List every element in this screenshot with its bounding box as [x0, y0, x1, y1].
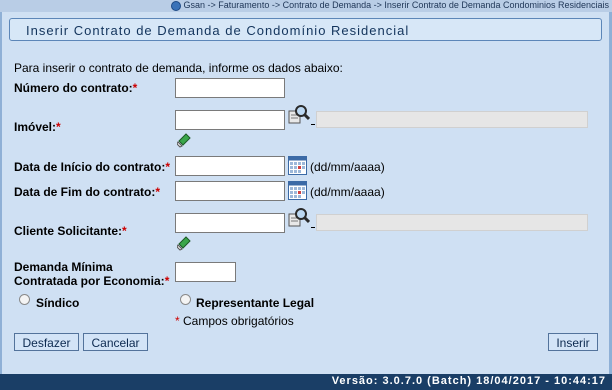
data-inicio-format-hint: (dd/mm/aaaa): [310, 160, 385, 174]
representante-radio-label: Representante Legal: [196, 296, 315, 310]
left-border: [0, 12, 2, 374]
imovel-description-field: [316, 111, 588, 128]
demanda-input[interactable]: [175, 262, 236, 282]
demanda-label: Demanda Mínima Contratada por Economia:*: [14, 260, 169, 288]
required-mark: *: [56, 120, 61, 134]
imovel-label-text: Imóvel:: [14, 120, 57, 134]
data-fim-format-hint: (dd/mm/aaaa): [310, 185, 385, 199]
page-title: Inserir Contrato de Demanda de Condomíni…: [26, 23, 410, 38]
data-inicio-label-text: Data de Início do contrato:: [14, 160, 166, 174]
sindico-radio[interactable]: [19, 294, 30, 305]
required-mark: *: [132, 81, 138, 95]
required-mark: *: [122, 224, 127, 238]
inserir-button[interactable]: Inserir: [548, 333, 598, 351]
desfazer-button[interactable]: Desfazer: [14, 333, 79, 351]
breadcrumb-text: Gsan -> Faturamento -> Contrato de Deman…: [183, 0, 609, 10]
imovel-link-underline: [311, 124, 315, 125]
required-mark: *: [164, 274, 170, 288]
representante-radio[interactable]: [180, 294, 191, 305]
cliente-label-text: Cliente Solicitante:: [14, 224, 123, 238]
breadcrumb: Gsan -> Faturamento -> Contrato de Deman…: [170, 0, 609, 11]
numero-contrato-label-text: Número do contrato:: [14, 81, 133, 95]
imovel-input[interactable]: [175, 110, 285, 130]
imovel-search-icon[interactable]: [288, 104, 310, 126]
data-inicio-calendar-icon[interactable]: [288, 156, 307, 175]
data-fim-input[interactable]: [175, 181, 285, 201]
cliente-label: Cliente Solicitante:*: [14, 224, 127, 238]
cliente-link-underline: [311, 227, 315, 228]
cancelar-button[interactable]: Cancelar: [83, 333, 148, 351]
required-mark: *: [175, 314, 180, 328]
version-text: Versão: 3.0.7.0 (Batch) 18/04/2017 - 10:…: [331, 375, 606, 387]
data-fim-calendar-icon[interactable]: [288, 181, 307, 200]
cliente-search-icon[interactable]: [288, 207, 310, 229]
required-note: * Campos obrigatórios: [175, 314, 294, 328]
demanda-label-line1: Demanda Mínima: [14, 260, 113, 274]
home-icon[interactable]: [170, 0, 181, 11]
top-bar: Gsan -> Faturamento -> Contrato de Deman…: [0, 0, 612, 12]
required-mark: *: [165, 160, 171, 174]
cliente-input[interactable]: [175, 213, 285, 233]
data-inicio-input[interactable]: [175, 156, 285, 176]
imovel-label: Imóvel:*: [14, 120, 61, 134]
data-fim-label-text: Data de Fim do contrato:: [14, 185, 156, 199]
intro-text: Para inserir o contrato de demanda, info…: [14, 61, 343, 75]
numero-contrato-label: Número do contrato:*: [14, 81, 137, 95]
required-note-text: Campos obrigatórios: [183, 314, 294, 328]
numero-contrato-input[interactable]: [175, 78, 285, 98]
cliente-clear-eraser-icon[interactable]: [177, 235, 191, 251]
data-inicio-label: Data de Início do contrato:*: [14, 160, 170, 174]
demanda-label-line2: Contratada por Economia:: [14, 274, 165, 288]
sindico-radio-label: Síndico: [36, 296, 80, 310]
data-fim-label: Data de Fim do contrato:*: [14, 185, 160, 199]
footer-bar: Versão: 3.0.7.0 (Batch) 18/04/2017 - 10:…: [0, 374, 612, 390]
page-title-box: Inserir Contrato de Demanda de Condomíni…: [9, 18, 602, 41]
required-mark: *: [155, 185, 161, 199]
imovel-clear-eraser-icon[interactable]: [177, 132, 191, 148]
cliente-description-field: [316, 214, 588, 231]
